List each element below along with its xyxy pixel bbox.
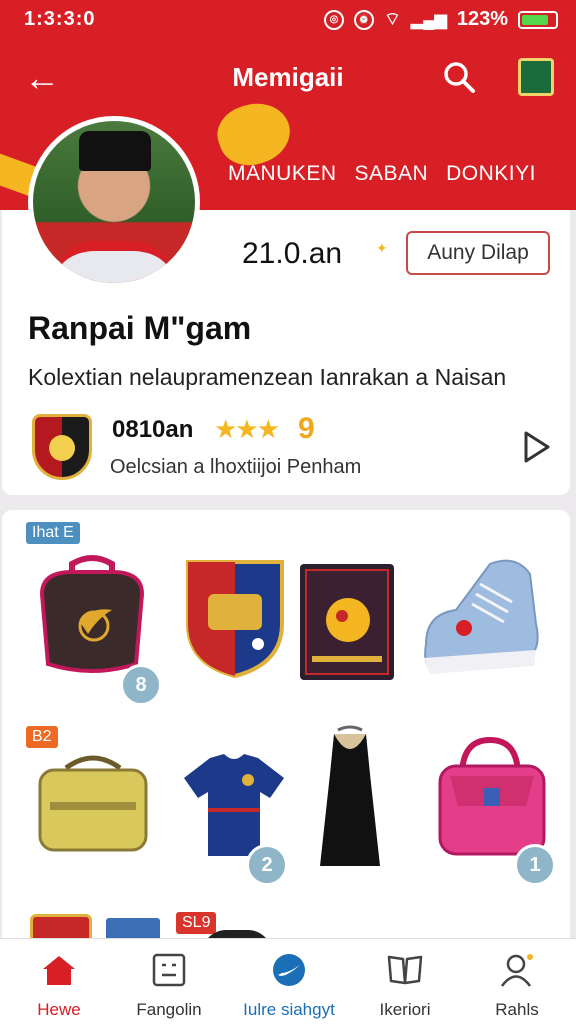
search-icon[interactable] [442,60,476,94]
alarm-icon: ⏰ [353,9,374,30]
nav-fangolin[interactable]: Fangolin [114,953,224,1020]
profile-subdescription: Oelcsian a lhoxtiijoi Penham [110,456,362,478]
tag-label: B2 [26,726,58,748]
notification-icon: ◎ [323,9,344,30]
header-tabs: MANUKEN SABAN DONKIYI [228,162,536,186]
grid-icon [152,953,186,987]
tab-donkiyi[interactable]: DONKIYI [446,162,536,186]
tab-saban[interactable]: SABAN [354,162,428,186]
nav-label: Hewe [37,1000,81,1019]
profile-icon [500,954,533,987]
follow-button[interactable]: Auny Dilap [406,231,550,275]
avatar[interactable] [28,116,200,288]
nav-label: Rahls [495,1000,539,1019]
top-nav: ← Memigaii [0,56,576,100]
avatar-shirt [55,241,173,283]
wifi-icon: ⌔ [383,9,401,29]
backpack-icon[interactable] [32,554,152,678]
nav-ikeriori[interactable]: Ikeriori [350,953,460,1020]
team-logo-icon[interactable] [518,58,554,96]
duffel-bag-icon[interactable] [36,748,150,854]
item-badge: 1 [514,844,556,886]
profile-name: Ranpai M"gam [28,310,252,346]
football-shirt-icon[interactable] [180,750,288,860]
nike-swoosh-icon [273,954,305,986]
book-icon [387,955,423,985]
battery-icon [518,10,558,29]
page-title: Memigaii [232,62,344,92]
sneaker-icon[interactable] [416,554,548,680]
club-crest-icon [32,414,92,480]
nav-label: Iulre siahgyt [243,1000,335,1019]
battery-text: 123% [456,8,508,30]
rating-label: 0810an [112,416,194,443]
rating-count: 9 [298,412,315,445]
pink-bag-icon[interactable] [426,736,556,860]
item-badge: 2 [246,844,288,886]
nav-label: Fangolin [136,1000,202,1019]
sparkle-icon: ✦ [376,240,388,256]
profile-description: Kolextian nelaupramenzean Ianrakan a Nai… [28,364,507,390]
nav-iulre[interactable]: Iulre siahgyt [234,953,344,1020]
nav-rahls[interactable]: Rahls [462,953,572,1020]
status-time: 1:3:3:0 [24,8,96,30]
product-grid: Ihat E B2 SL9 8 2 1 [2,510,570,950]
followers-count: 21.0.an [242,237,343,270]
tab-manuken[interactable]: MANUKEN [228,162,337,186]
avatar-hat [79,131,151,171]
battery-fill [522,14,548,25]
signal-icon: ▂▄▆ [410,11,447,29]
jersey-crest-icon[interactable] [182,554,288,680]
bottom-nav: Hewe Fangolin Iulre siahgyt Ikeriori Rah… [0,938,576,1025]
star-rating: ★★★ [214,414,280,444]
boxed-ball-icon[interactable] [298,562,396,682]
nav-home[interactable]: Hewe [4,953,114,1020]
nav-label: Ikeriori [379,1000,431,1019]
play-arrow-icon[interactable] [522,430,552,464]
tag-label: Ihat E [26,522,80,544]
dress-icon[interactable] [314,724,386,870]
status-bar: 1:3:3:0 ◎ ⏰ ⌔ ▂▄▆ 123% [24,8,558,32]
item-badge: 8 [120,664,162,706]
home-icon [43,956,75,985]
tag-label: SL9 [176,912,217,934]
